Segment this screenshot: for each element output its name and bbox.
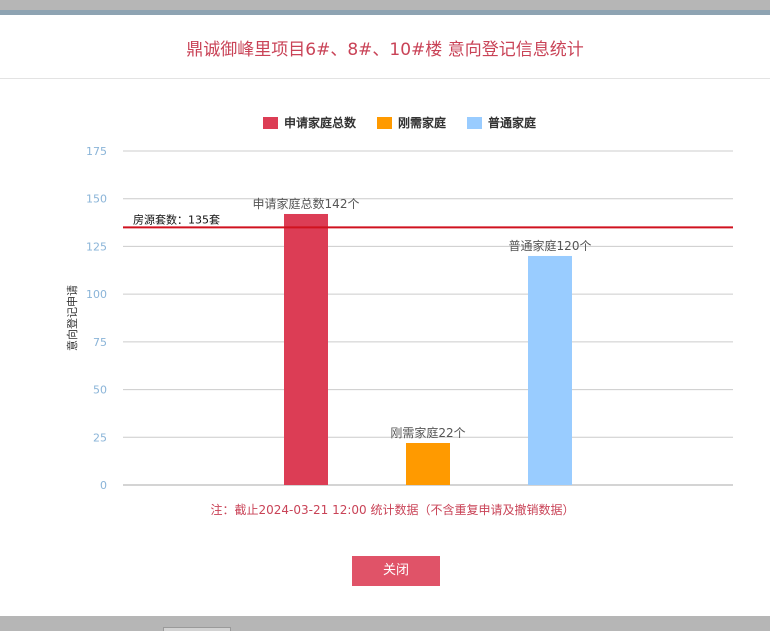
y-tick-label: 0: [100, 479, 107, 492]
bar-data-label: 刚需家庭22个: [390, 425, 465, 440]
legend-label: 刚需家庭: [398, 115, 446, 130]
bar: [406, 443, 450, 485]
backdrop-bottom-tab: [163, 627, 231, 631]
legend-swatch: [377, 117, 392, 129]
backdrop-top-bar: [0, 0, 770, 10]
y-tick-label: 125: [86, 240, 107, 253]
y-tick-label: 75: [93, 336, 107, 349]
bar-data-label: 申请家庭总数142个: [253, 196, 360, 211]
legend-swatch: [263, 117, 278, 129]
legend-swatch: [467, 117, 482, 129]
statistics-note: 注：截止2024-03-21 12:00 统计数据（不含重复申请及撤销数据）: [210, 503, 575, 517]
y-axis-label: 意向登记申请: [65, 285, 79, 351]
y-tick-label: 100: [86, 288, 107, 301]
close-button[interactable]: 关闭: [352, 556, 440, 586]
y-tick-label: 175: [86, 145, 107, 158]
bar: [528, 255, 572, 485]
legend-label: 普通家庭: [488, 115, 536, 130]
backdrop-bottom-bar: [0, 616, 770, 631]
statistics-dialog: 鼎诚御峰里项目6#、8#、10#楼 意向登记信息统计 0 25 50 75 100 125…: [0, 15, 770, 616]
y-tick-label: 25: [93, 431, 107, 444]
y-tick-label: 50: [93, 384, 107, 397]
bar: [284, 213, 328, 486]
y-tick-label: 150: [86, 193, 107, 206]
legend-label: 申请家庭总数: [284, 115, 357, 130]
bar-chart: 0 25 50 75 100 125 150 175 意向登记申请 申请家庭总数142个刚需家庭2…: [65, 115, 733, 492]
reference-line-label: 房源套数：135套: [133, 212, 220, 226]
bar-data-label: 普通家庭120个: [509, 238, 592, 253]
